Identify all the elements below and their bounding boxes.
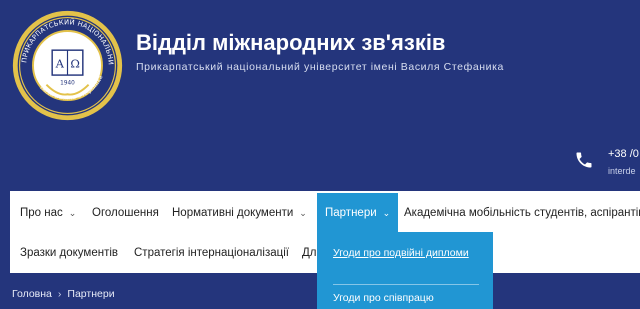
logo-year: 1940 (60, 81, 75, 87)
nav-item-internationalization-strategy[interactable]: Стратегія інтернаціоналізації (134, 233, 289, 273)
contact-block: +38 /0 interde (574, 144, 640, 184)
nav-item-about[interactable]: Про нас ⌄ (20, 193, 76, 233)
nav-item-truncated[interactable]: Дл (302, 233, 317, 273)
nav-label: Стратегія інтернаціоналізації (134, 247, 289, 259)
nav-label: Дл (302, 247, 317, 259)
nav-label: Про нас (20, 207, 63, 219)
nav-label: Зразки документів (20, 247, 119, 259)
university-logo[interactable]: ПРИКАРПАТСЬКИЙ НАЦІОНАЛЬНИЙ УНІВЕРСИТЕТ … (10, 8, 125, 123)
breadcrumb-current: Партнери (67, 288, 115, 300)
nav-item-regulations[interactable]: Нормативні документи ⌄ (172, 193, 307, 233)
dropdown-item-double-diplomas[interactable]: Угоди про подвійні дипломи (333, 245, 483, 261)
site-title[interactable]: Відділ міжнародних зв'язків (136, 30, 445, 56)
nav-item-document-samples[interactable]: Зразки документів (20, 233, 118, 273)
nav-label: Академічна мобільність студентів, аспіра… (404, 207, 640, 219)
phone-number[interactable]: +38 /0 (608, 148, 639, 160)
nav-label: Партнери (325, 207, 377, 219)
site-header: ПРИКАРПАТСЬКИЙ НАЦІОНАЛЬНИЙ УНІВЕРСИТЕТ … (0, 0, 640, 190)
breadcrumb-home[interactable]: Головна (12, 288, 52, 300)
dropdown-divider (333, 284, 479, 285)
chevron-down-icon: ⌄ (68, 208, 77, 218)
chevron-down-icon: ⌄ (382, 208, 391, 218)
email-link[interactable]: interde (608, 166, 636, 176)
breadcrumb-separator: › (57, 288, 62, 300)
site-subtitle: Прикарпатський національний університет … (136, 61, 505, 73)
nav-label: Оголошення (92, 207, 159, 219)
nav-label: Нормативні документи (172, 207, 294, 219)
logo-omega: Ω (70, 56, 80, 70)
nav-item-academic-mobility[interactable]: Академічна мобільність студентів, аспіра… (404, 193, 640, 233)
partners-dropdown: Угоди про подвійні дипломи Угоди про спі… (317, 232, 493, 309)
dropdown-item-cooperation[interactable]: Угоди про співпрацю (333, 292, 434, 304)
nav-item-partners[interactable]: Партнери ⌄ (317, 193, 399, 233)
breadcrumb: Головна › Партнери (12, 288, 115, 300)
phone-icon (576, 152, 592, 168)
nav-item-announcements[interactable]: Оголошення (92, 193, 159, 233)
chevron-down-icon: ⌄ (299, 208, 307, 218)
logo-alpha: Α (55, 56, 65, 70)
